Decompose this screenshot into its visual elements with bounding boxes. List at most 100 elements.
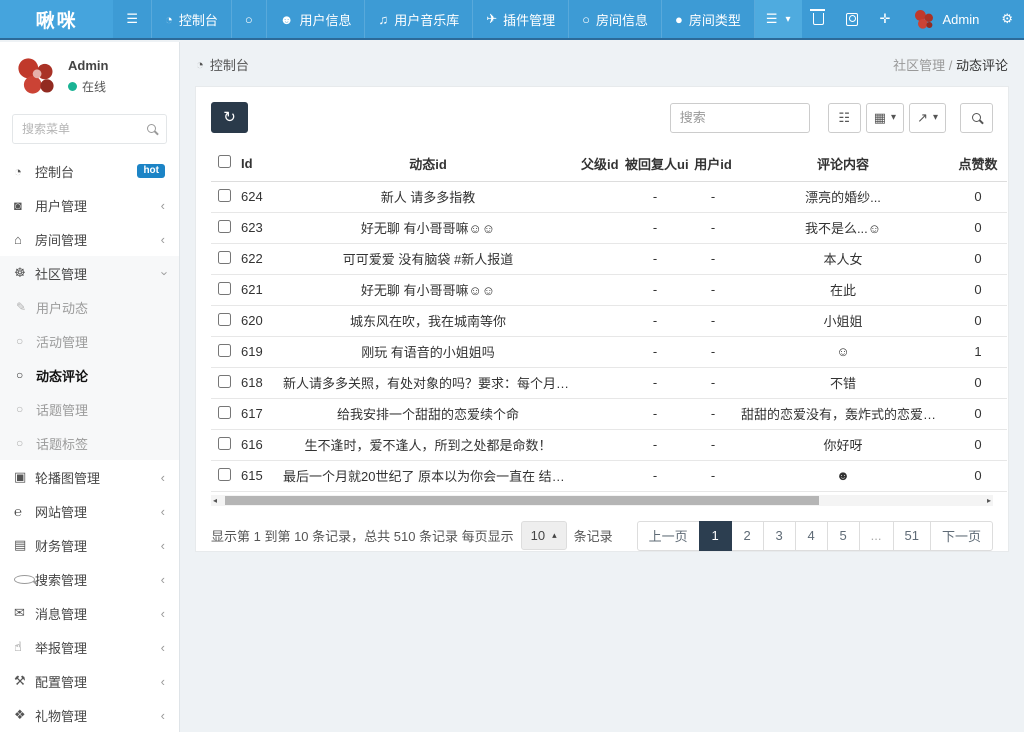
table-search-input[interactable]	[670, 103, 810, 133]
page-button-51[interactable]: 51	[893, 521, 931, 551]
sidebar-item-label: 用户管理	[35, 196, 87, 215]
sidebar-item-用户管理[interactable]: ◙用户管理‹	[0, 188, 179, 222]
page-button-3[interactable]: 3	[763, 521, 796, 551]
nav-item-label: 插件管理	[503, 10, 555, 29]
nav-item-控制台[interactable]: ◔控制台	[152, 0, 232, 38]
quick-list-dropdown[interactable]: ☰ ▾	[755, 0, 802, 38]
cell-id: 616	[237, 429, 279, 460]
sidebar-item-社区管理[interactable]: ☸社区管理‹	[0, 256, 179, 290]
page-button-1[interactable]: 1	[699, 521, 732, 551]
row-checkbox[interactable]	[218, 313, 231, 326]
trash-button[interactable]	[802, 0, 835, 38]
detail-view-button[interactable]: ☷	[828, 103, 861, 133]
cell-comment: 小姐姐	[737, 305, 949, 336]
page-button-5[interactable]: 5	[827, 521, 860, 551]
row-checkbox[interactable]	[218, 344, 231, 357]
select-all-checkbox[interactable]	[218, 155, 231, 168]
refresh-button[interactable]: ↻	[211, 102, 248, 133]
page-size-dropdown[interactable]: 10 ▴	[521, 521, 567, 550]
sidebar-item-轮播图管理[interactable]: ▣轮播图管理‹	[0, 460, 179, 494]
col-header-id[interactable]: Id	[237, 146, 279, 181]
col-header-parent-id[interactable]: 父级id	[577, 146, 621, 181]
circle-icon: ○	[16, 368, 36, 382]
trash-icon	[813, 13, 824, 25]
sidebar: Admin 在线 ◔控制台hot◙用户管理‹⌂房间管理‹☸社区管理‹✎用户动态○…	[0, 42, 180, 732]
sidebar-item-控制台[interactable]: ◔控制台hot	[0, 154, 179, 188]
nav-item-房间类型[interactable]: ●房间类型	[662, 0, 755, 38]
page-button-...[interactable]: ...	[859, 521, 894, 551]
page-button-下一页[interactable]: 下一页	[930, 521, 993, 551]
sidebar-item-举报管理[interactable]: ☝举报管理‹	[0, 630, 179, 664]
chevron-left-icon: ‹	[161, 538, 165, 553]
page-button-2[interactable]: 2	[731, 521, 764, 551]
sidebar-subitem-label: 活动管理	[36, 332, 88, 351]
user-menu[interactable]: Admin	[901, 0, 990, 38]
circle-icon: ○	[16, 334, 36, 348]
pagination-info-prefix: 显示第 1 到第 10 条记录，总共 510 条记录 每页显示	[211, 526, 514, 545]
row-checkbox[interactable]	[218, 468, 231, 481]
profile-avatar	[14, 54, 58, 98]
breadcrumb-right: 社区管理 / 动态评论	[893, 55, 1008, 74]
row-checkbox[interactable]	[218, 282, 231, 295]
nav-item-房间信息[interactable]: ○房间信息	[569, 0, 662, 38]
sidebar-item-消息管理[interactable]: ✉消息管理‹	[0, 596, 179, 630]
horizontal-scrollbar[interactable]: ◂ ▸	[211, 495, 993, 506]
col-header-likes[interactable]: 点赞数	[949, 146, 1007, 181]
page-button-上一页[interactable]: 上一页	[637, 521, 700, 551]
cell-id: 618	[237, 367, 279, 398]
row-checkbox[interactable]	[218, 437, 231, 450]
row-checkbox[interactable]	[218, 220, 231, 233]
row-checkbox[interactable]	[218, 406, 231, 419]
comments-table: Id 动态id 父级id 被回复人uid 用户id 评论内容 点赞数 624新人…	[211, 146, 1007, 492]
sidebar-item-财务管理[interactable]: ▤财务管理‹	[0, 528, 179, 562]
export-button[interactable]: ↗▾	[909, 103, 946, 133]
page-button-4[interactable]: 4	[795, 521, 828, 551]
chevron-down-icon: ‹	[155, 271, 170, 275]
scroll-left-icon[interactable]: ◂	[213, 495, 217, 506]
row-select-cell	[211, 336, 237, 367]
cell-user-id: -	[689, 274, 737, 305]
nav-item-circle[interactable]: ○	[232, 0, 267, 38]
pagination-info-suffix: 条记录	[574, 526, 613, 545]
cell-likes: 0	[949, 181, 1007, 212]
sidebar-item-配置管理[interactable]: ⚒配置管理‹	[0, 664, 179, 698]
cell-user-id: -	[689, 243, 737, 274]
sidebar-subitem-动态评论[interactable]: ○动态评论	[0, 358, 179, 392]
row-checkbox[interactable]	[218, 375, 231, 388]
caret-down-icon: ▾	[786, 14, 791, 25]
col-header-user-id[interactable]: 用户id	[689, 146, 737, 181]
circle-icon: ○	[245, 12, 253, 27]
nav-item-插件管理[interactable]: ✈插件管理	[473, 0, 569, 38]
sidebar-item-网站管理[interactable]: ℮网站管理‹	[0, 494, 179, 528]
cell-user-id: -	[689, 181, 737, 212]
col-header-comment[interactable]: 评论内容	[737, 146, 949, 181]
col-header-post-id[interactable]: 动态id	[279, 146, 577, 181]
row-checkbox[interactable]	[218, 251, 231, 264]
sidebar-item-房间管理[interactable]: ⌂房间管理‹	[0, 222, 179, 256]
nav-item-用户信息[interactable]: ☻用户信息	[267, 0, 366, 38]
breadcrumb-left[interactable]: ◔ 控制台	[196, 55, 249, 74]
sidebar-subitem-话题管理[interactable]: ○话题管理	[0, 392, 179, 426]
settings-button[interactable]: ⚙	[990, 0, 1024, 38]
logs-button[interactable]	[835, 0, 869, 38]
cell-reply-uid: -	[621, 398, 689, 429]
sidebar-subitem-用户动态[interactable]: ✎用户动态	[0, 290, 179, 324]
refresh-icon: ↻	[223, 109, 236, 126]
fullscreen-button[interactable]: ✛	[869, 0, 902, 38]
cell-parent-id	[577, 429, 621, 460]
scroll-right-icon[interactable]: ▸	[987, 495, 991, 506]
columns-button[interactable]: ▦▾	[866, 103, 904, 133]
sidebar-item-礼物管理[interactable]: ❖礼物管理‹	[0, 698, 179, 732]
row-checkbox[interactable]	[218, 189, 231, 202]
sidebar-subitem-活动管理[interactable]: ○活动管理	[0, 324, 179, 358]
scrollbar-thumb[interactable]	[225, 496, 819, 505]
menu-search-input[interactable]	[12, 114, 167, 144]
col-header-reply-uid[interactable]: 被回复人uid	[621, 146, 689, 181]
sidebar-subitem-话题标签[interactable]: ○话题标签	[0, 426, 179, 460]
chevron-left-icon: ‹	[161, 232, 165, 247]
sidebar-item-搜索管理[interactable]: 搜索管理‹	[0, 562, 179, 596]
nav-item-用户音乐库[interactable]: ♫用户音乐库	[365, 0, 473, 38]
nav-item-hamburger[interactable]: ☰	[113, 0, 152, 38]
chevron-left-icon: ‹	[161, 470, 165, 485]
search-button[interactable]	[960, 103, 993, 133]
